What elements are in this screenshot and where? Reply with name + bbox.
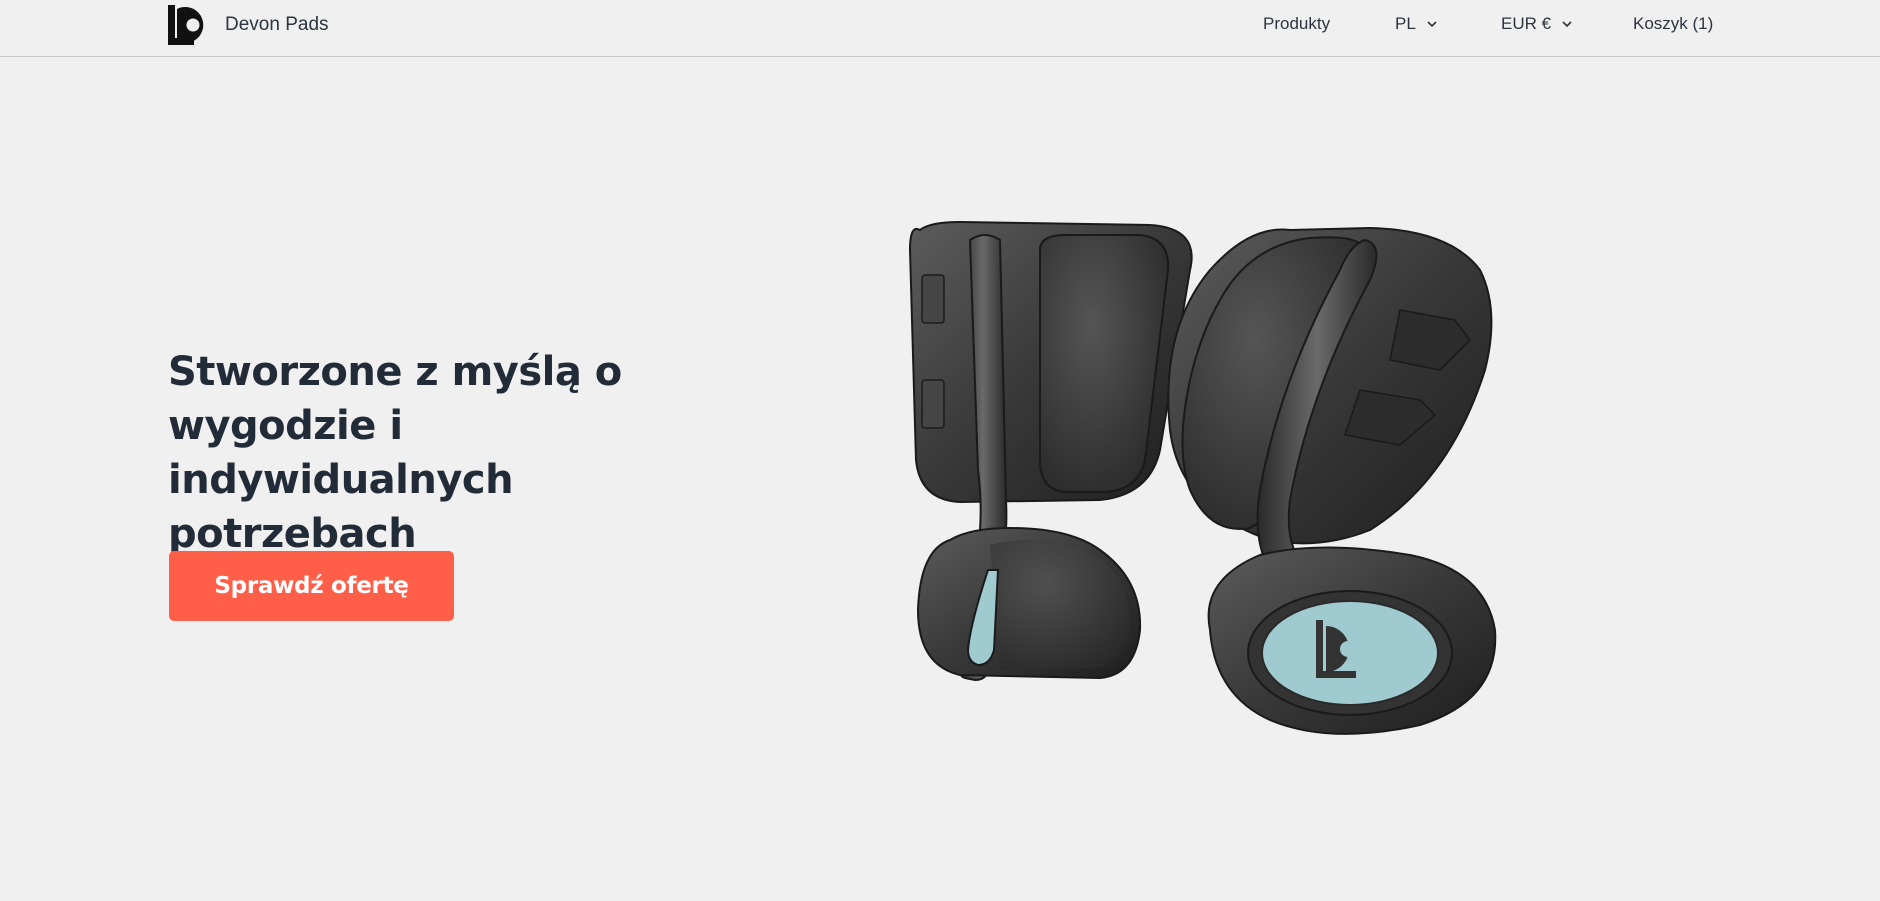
chevron-down-icon xyxy=(1562,21,1572,28)
nav-products-link[interactable]: Produkty xyxy=(1263,14,1330,34)
site-header: Devon Pads Produkty PL EUR € Koszyk (1) xyxy=(0,0,1880,57)
right-pad xyxy=(1167,226,1497,735)
left-pad xyxy=(908,220,1193,682)
currency-selector[interactable]: EUR € xyxy=(1501,14,1573,34)
hero-title-line: wygodzie i indywidualnych xyxy=(168,403,514,503)
chevron-down-icon xyxy=(1427,21,1437,28)
product-image xyxy=(908,220,1497,735)
hero-title: Stworzone z myślą o wygodzie i indywidua… xyxy=(168,345,728,561)
brand-name: Devon Pads xyxy=(225,14,329,35)
hero-title-line: Stworzone z myślą o xyxy=(168,349,622,395)
devon-logo-icon xyxy=(168,5,204,45)
cart-link[interactable]: Koszyk (1) xyxy=(1633,14,1713,34)
currency-label: EUR € xyxy=(1501,14,1552,33)
language-selector[interactable]: PL xyxy=(1395,14,1438,34)
language-label: PL xyxy=(1395,14,1416,33)
check-offer-button[interactable]: Sprawdź ofertę xyxy=(169,551,454,621)
brand-home-link[interactable]: Devon Pads xyxy=(168,5,329,45)
